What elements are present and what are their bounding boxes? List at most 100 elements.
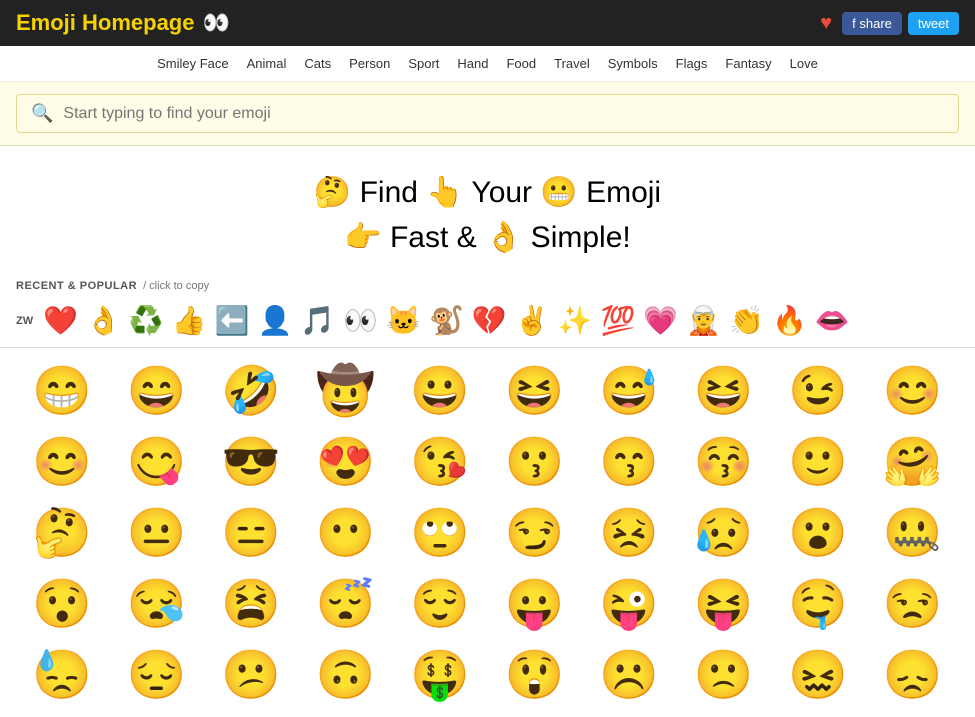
emoji-cell[interactable]: 😲 xyxy=(489,640,582,709)
emoji-cell[interactable]: 😊 xyxy=(16,427,109,496)
recent-emoji[interactable]: 👤 xyxy=(255,302,294,339)
header: Emoji Homepage 👀 ♥ f share tweet xyxy=(0,0,975,46)
emoji-cell[interactable]: 😄 xyxy=(111,356,204,425)
recent-emoji[interactable]: ✌️ xyxy=(513,302,552,339)
emoji-cell[interactable]: 🙃 xyxy=(300,640,393,709)
emoji-cell[interactable]: 😉 xyxy=(772,356,865,425)
emoji-cell[interactable]: 😆 xyxy=(678,356,771,425)
emoji-cell[interactable]: 😕 xyxy=(205,640,298,709)
emoji-cell[interactable]: 😍 xyxy=(300,427,393,496)
emoji-cell[interactable]: 🤑 xyxy=(394,640,487,709)
emoji-cell[interactable]: 🤗 xyxy=(867,427,960,496)
emoji-cell[interactable]: 😐 xyxy=(111,498,204,567)
emoji-cell[interactable]: 😑 xyxy=(205,498,298,567)
emoji-grid: 😁 😄 🤣 🤠 😀 😆 😅 😆 😉 😊 😊 😋 😎 😍 😘 😗 😙 😚 🙂 🤗 … xyxy=(0,348,975,717)
emoji-cell[interactable]: 🤠 xyxy=(300,356,393,425)
emoji-cell[interactable]: 😪 xyxy=(111,569,204,638)
nav-item-love[interactable]: Love xyxy=(784,54,824,73)
emoji-cell[interactable]: 🙄 xyxy=(394,498,487,567)
emoji-cell[interactable]: 😚 xyxy=(678,427,771,496)
site-title: Emoji Homepage xyxy=(16,10,194,36)
emoji-cell[interactable]: 🤤 xyxy=(772,569,865,638)
recent-emoji[interactable]: 🐱 xyxy=(384,302,423,339)
nav-item-food[interactable]: Food xyxy=(500,54,542,73)
emoji-cell[interactable]: 😆 xyxy=(489,356,582,425)
nav-item-animal[interactable]: Animal xyxy=(241,54,293,73)
emoji-cell[interactable]: 😎 xyxy=(205,427,298,496)
heart-icon: ♥ xyxy=(820,12,832,35)
emoji-cell[interactable]: ☹️ xyxy=(583,640,676,709)
emoji-cell[interactable]: 😝 xyxy=(678,569,771,638)
emoji-cell[interactable]: 😙 xyxy=(583,427,676,496)
nav-item-cats[interactable]: Cats xyxy=(298,54,337,73)
emoji-cell[interactable]: 😓 xyxy=(16,640,109,709)
recent-emoji[interactable]: 🐒 xyxy=(427,302,466,339)
recent-emoji[interactable]: 👌 xyxy=(84,302,123,339)
search-box: 🔍 xyxy=(16,94,959,133)
emoji-cell[interactable]: 😘 xyxy=(394,427,487,496)
recent-emoji[interactable]: 💯 xyxy=(598,302,637,339)
emoji-cell[interactable]: 😥 xyxy=(678,498,771,567)
emoji-cell[interactable]: 😜 xyxy=(583,569,676,638)
recent-emoji[interactable]: 👀 xyxy=(341,302,380,339)
emoji-cell[interactable]: 😌 xyxy=(394,569,487,638)
nav-item-travel[interactable]: Travel xyxy=(548,54,596,73)
click-to-copy-label: / click to copy xyxy=(143,280,209,292)
emoji-cell[interactable]: 😀 xyxy=(394,356,487,425)
emoji-cell[interactable]: 😛 xyxy=(489,569,582,638)
recent-emoji[interactable]: ❤️ xyxy=(41,302,80,339)
hero-section: 🤔 Find 👆 Your 😬 Emoji 👉 Fast & 👌 Simple! xyxy=(0,146,975,276)
nav-item-flags[interactable]: Flags xyxy=(670,54,714,73)
recent-emoji[interactable]: 🎵 xyxy=(298,302,337,339)
emoji-cell[interactable]: 😶 xyxy=(300,498,393,567)
nav-item-fantasy[interactable]: Fantasy xyxy=(719,54,777,73)
recent-emoji[interactable]: 💗 xyxy=(641,302,680,339)
eyes-icon: 👀 xyxy=(202,10,229,36)
emoji-cell[interactable]: 😣 xyxy=(583,498,676,567)
emoji-cell[interactable]: 😅 xyxy=(583,356,676,425)
nav-item-symbols[interactable]: Symbols xyxy=(602,54,664,73)
nav-item-person[interactable]: Person xyxy=(343,54,396,73)
recent-emoji[interactable]: ♻️ xyxy=(127,302,166,339)
emoji-cell[interactable]: 😔 xyxy=(111,640,204,709)
recent-emoji[interactable]: 🔥 xyxy=(770,302,809,339)
search-icon: 🔍 xyxy=(31,103,53,124)
emoji-cell[interactable]: 🤣 xyxy=(205,356,298,425)
emoji-cell[interactable]: 🙁 xyxy=(678,640,771,709)
recent-label: RECENT & POPULAR xyxy=(16,280,137,292)
emoji-cell[interactable]: 🙂 xyxy=(772,427,865,496)
emoji-cell[interactable]: 😁 xyxy=(16,356,109,425)
hero-line2: 👉 Fast & 👌 Simple! xyxy=(0,215,975,260)
nav-item-sport[interactable]: Sport xyxy=(402,54,445,73)
recent-popular-header: RECENT & POPULAR / click to copy xyxy=(0,276,975,298)
emoji-cell[interactable]: 😒 xyxy=(867,569,960,638)
hero-line1: 🤔 Find 👆 Your 😬 Emoji xyxy=(0,170,975,215)
emoji-cell[interactable]: 😗 xyxy=(489,427,582,496)
recent-emoji[interactable]: 👍 xyxy=(170,302,209,339)
search-section: 🔍 xyxy=(0,82,975,146)
search-input[interactable] xyxy=(63,105,944,123)
recent-emoji[interactable]: ✨ xyxy=(556,302,595,339)
nav-item-hand[interactable]: Hand xyxy=(451,54,494,73)
emoji-cell[interactable]: 😏 xyxy=(489,498,582,567)
recent-emoji[interactable]: 👏 xyxy=(727,302,766,339)
recent-emoji[interactable]: ⬅️ xyxy=(213,302,252,339)
recent-emoji[interactable]: 🧝 xyxy=(684,302,723,339)
emoji-cell[interactable]: 😋 xyxy=(111,427,204,496)
recent-emoji[interactable]: 👄 xyxy=(813,302,852,339)
nav-item-smiley-face[interactable]: Smiley Face xyxy=(151,54,235,73)
emoji-cell[interactable]: 😮 xyxy=(772,498,865,567)
emoji-cell[interactable]: 😴 xyxy=(300,569,393,638)
emoji-cell[interactable]: 😫 xyxy=(205,569,298,638)
tweet-button[interactable]: tweet xyxy=(908,12,959,35)
emoji-cell[interactable]: 😞 xyxy=(867,640,960,709)
facebook-share-button[interactable]: f share xyxy=(842,12,902,35)
category-nav: Smiley Face Animal Cats Person Sport Han… xyxy=(0,46,975,82)
emoji-cell[interactable]: 🤐 xyxy=(867,498,960,567)
emoji-cell[interactable]: 😖 xyxy=(772,640,865,709)
emoji-cell[interactable]: 😊 xyxy=(867,356,960,425)
recent-emoji[interactable]: 💔 xyxy=(470,302,509,339)
zw-badge: ZW xyxy=(16,315,33,327)
emoji-cell[interactable]: 🤔 xyxy=(16,498,109,567)
emoji-cell[interactable]: 😯 xyxy=(16,569,109,638)
